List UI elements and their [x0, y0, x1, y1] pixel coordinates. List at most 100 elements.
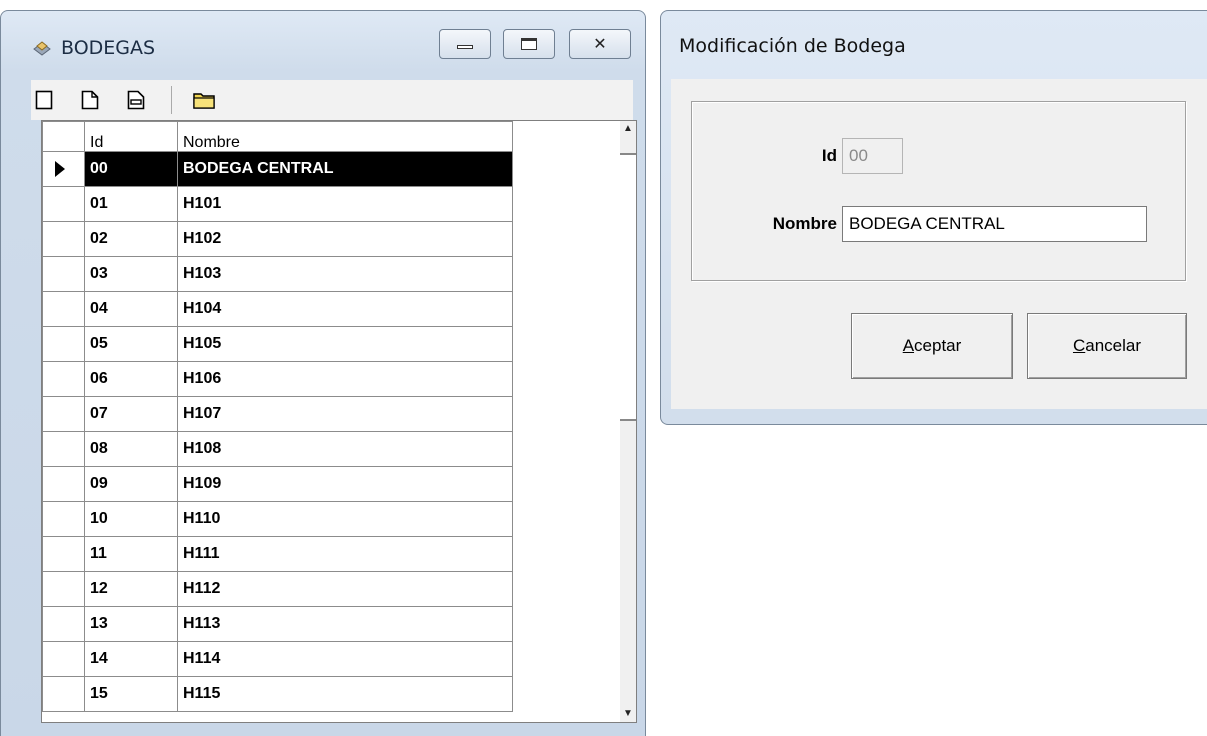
aceptar-mnemonic: A [902, 336, 915, 355]
row-indicator[interactable] [42, 431, 85, 467]
table-header-row: Id Nombre [42, 121, 513, 152]
table-row[interactable]: 07 H107 [42, 396, 513, 432]
cell-id[interactable]: 08 [84, 431, 178, 467]
row-indicator[interactable] [42, 291, 85, 327]
column-header-nombre[interactable]: Nombre [177, 121, 513, 152]
table-row[interactable]: 04 H104 [42, 291, 513, 327]
table-row[interactable]: 09 H109 [42, 466, 513, 502]
row-indicator[interactable] [42, 326, 85, 362]
cell-nombre[interactable]: H113 [177, 606, 513, 642]
close-button[interactable]: ✕ [569, 29, 631, 59]
cell-id[interactable]: 00 [84, 151, 178, 187]
toolbar-open-button[interactable] [191, 88, 217, 112]
row-indicator[interactable] [42, 466, 85, 502]
table-row[interactable]: 15 H115 [42, 676, 513, 712]
cell-id[interactable]: 12 [84, 571, 178, 607]
cell-id[interactable]: 05 [84, 326, 178, 362]
table-row[interactable]: 13 H113 [42, 606, 513, 642]
table-row[interactable]: 00 BODEGA CENTRAL [42, 151, 513, 187]
cell-id[interactable]: 06 [84, 361, 178, 397]
cell-id[interactable]: 02 [84, 221, 178, 257]
scroll-down-arrow-icon[interactable]: ▼ [620, 706, 636, 722]
cell-nombre[interactable]: H107 [177, 396, 513, 432]
cell-nombre[interactable]: H103 [177, 256, 513, 292]
row-indicator[interactable] [42, 641, 85, 677]
cell-id[interactable]: 01 [84, 186, 178, 222]
cell-nombre[interactable]: H106 [177, 361, 513, 397]
cell-nombre[interactable]: H110 [177, 501, 513, 537]
fields-groupbox: Id Nombre [691, 101, 1186, 281]
table-row[interactable]: 01 H101 [42, 186, 513, 222]
toolbar [31, 80, 633, 120]
maximize-button[interactable] [503, 29, 555, 59]
cell-nombre[interactable]: H111 [177, 536, 513, 572]
cell-nombre[interactable]: H102 [177, 221, 513, 257]
id-field[interactable] [842, 138, 903, 174]
nombre-field[interactable] [842, 206, 1147, 242]
column-header-id[interactable]: Id [84, 121, 178, 152]
aceptar-label: ceptar [914, 336, 962, 355]
id-label: Id [821, 146, 837, 165]
cell-nombre[interactable]: H108 [177, 431, 513, 467]
bodegas-table: Id Nombre 00 BODEGA CENTRAL 01 H101 02 H102 03… [42, 121, 513, 712]
open-folder-icon [193, 93, 215, 109]
table-row[interactable]: 06 H106 [42, 361, 513, 397]
bodegas-title-bar: BODEGAS [31, 35, 155, 61]
row-indicator[interactable] [42, 151, 85, 187]
table-row[interactable]: 02 H102 [42, 221, 513, 257]
table-row[interactable]: 10 H110 [42, 501, 513, 537]
minimize-icon [457, 45, 473, 49]
cancelar-mnemonic: C [1072, 336, 1086, 355]
row-indicator[interactable] [42, 571, 85, 607]
cell-nombre[interactable]: H105 [177, 326, 513, 362]
cancelar-label: ancelar [1085, 336, 1142, 355]
vertical-scrollbar[interactable]: ▲ ▼ [620, 121, 636, 722]
table-row[interactable]: 12 H112 [42, 571, 513, 607]
toolbar-blank-button[interactable] [33, 88, 55, 112]
cell-id[interactable]: 10 [84, 501, 178, 537]
cell-id[interactable]: 14 [84, 641, 178, 677]
cell-nombre[interactable]: H115 [177, 676, 513, 712]
cancelar-button[interactable]: Cancelar [1027, 313, 1187, 379]
row-indicator[interactable] [42, 606, 85, 642]
scroll-up-arrow-icon[interactable]: ▲ [620, 121, 636, 137]
row-indicator[interactable] [42, 536, 85, 572]
table-row[interactable]: 11 H111 [42, 536, 513, 572]
cell-nombre[interactable]: H114 [177, 641, 513, 677]
cell-id[interactable]: 07 [84, 396, 178, 432]
table-row[interactable]: 08 H108 [42, 431, 513, 467]
new-document-icon [81, 90, 99, 110]
row-indicator[interactable] [42, 256, 85, 292]
row-indicator[interactable] [42, 396, 85, 432]
row-indicator[interactable] [42, 501, 85, 537]
cell-id[interactable]: 15 [84, 676, 178, 712]
table-row[interactable]: 05 H105 [42, 326, 513, 362]
cell-id[interactable]: 13 [84, 606, 178, 642]
row-indicator[interactable] [42, 361, 85, 397]
cell-nombre[interactable]: H101 [177, 186, 513, 222]
minimize-button[interactable] [439, 29, 491, 59]
row-indicator[interactable] [42, 186, 85, 222]
blank-icon [35, 90, 53, 110]
cell-nombre[interactable]: H109 [177, 466, 513, 502]
toolbar-edit-button[interactable] [125, 88, 147, 112]
cell-id[interactable]: 09 [84, 466, 178, 502]
row-indicator[interactable] [42, 221, 85, 257]
toolbar-new-button[interactable] [79, 88, 101, 112]
toolbar-separator [171, 86, 172, 114]
cell-nombre[interactable]: H104 [177, 291, 513, 327]
cell-id[interactable]: 11 [84, 536, 178, 572]
row-indicator[interactable] [42, 676, 85, 712]
aceptar-button[interactable]: Aceptar [851, 313, 1013, 379]
modificacion-dialog: Modificación de Bodega Id Nombre Aceptar… [660, 10, 1207, 425]
table-row[interactable]: 14 H114 [42, 641, 513, 677]
cell-nombre[interactable]: H112 [177, 571, 513, 607]
cell-nombre[interactable]: BODEGA CENTRAL [177, 151, 513, 187]
current-row-pointer-icon [55, 161, 65, 177]
scrollbar-thumb[interactable] [620, 153, 636, 421]
close-icon: ✕ [593, 34, 607, 53]
row-indicator-header [42, 121, 85, 152]
cell-id[interactable]: 04 [84, 291, 178, 327]
table-row[interactable]: 03 H103 [42, 256, 513, 292]
cell-id[interactable]: 03 [84, 256, 178, 292]
